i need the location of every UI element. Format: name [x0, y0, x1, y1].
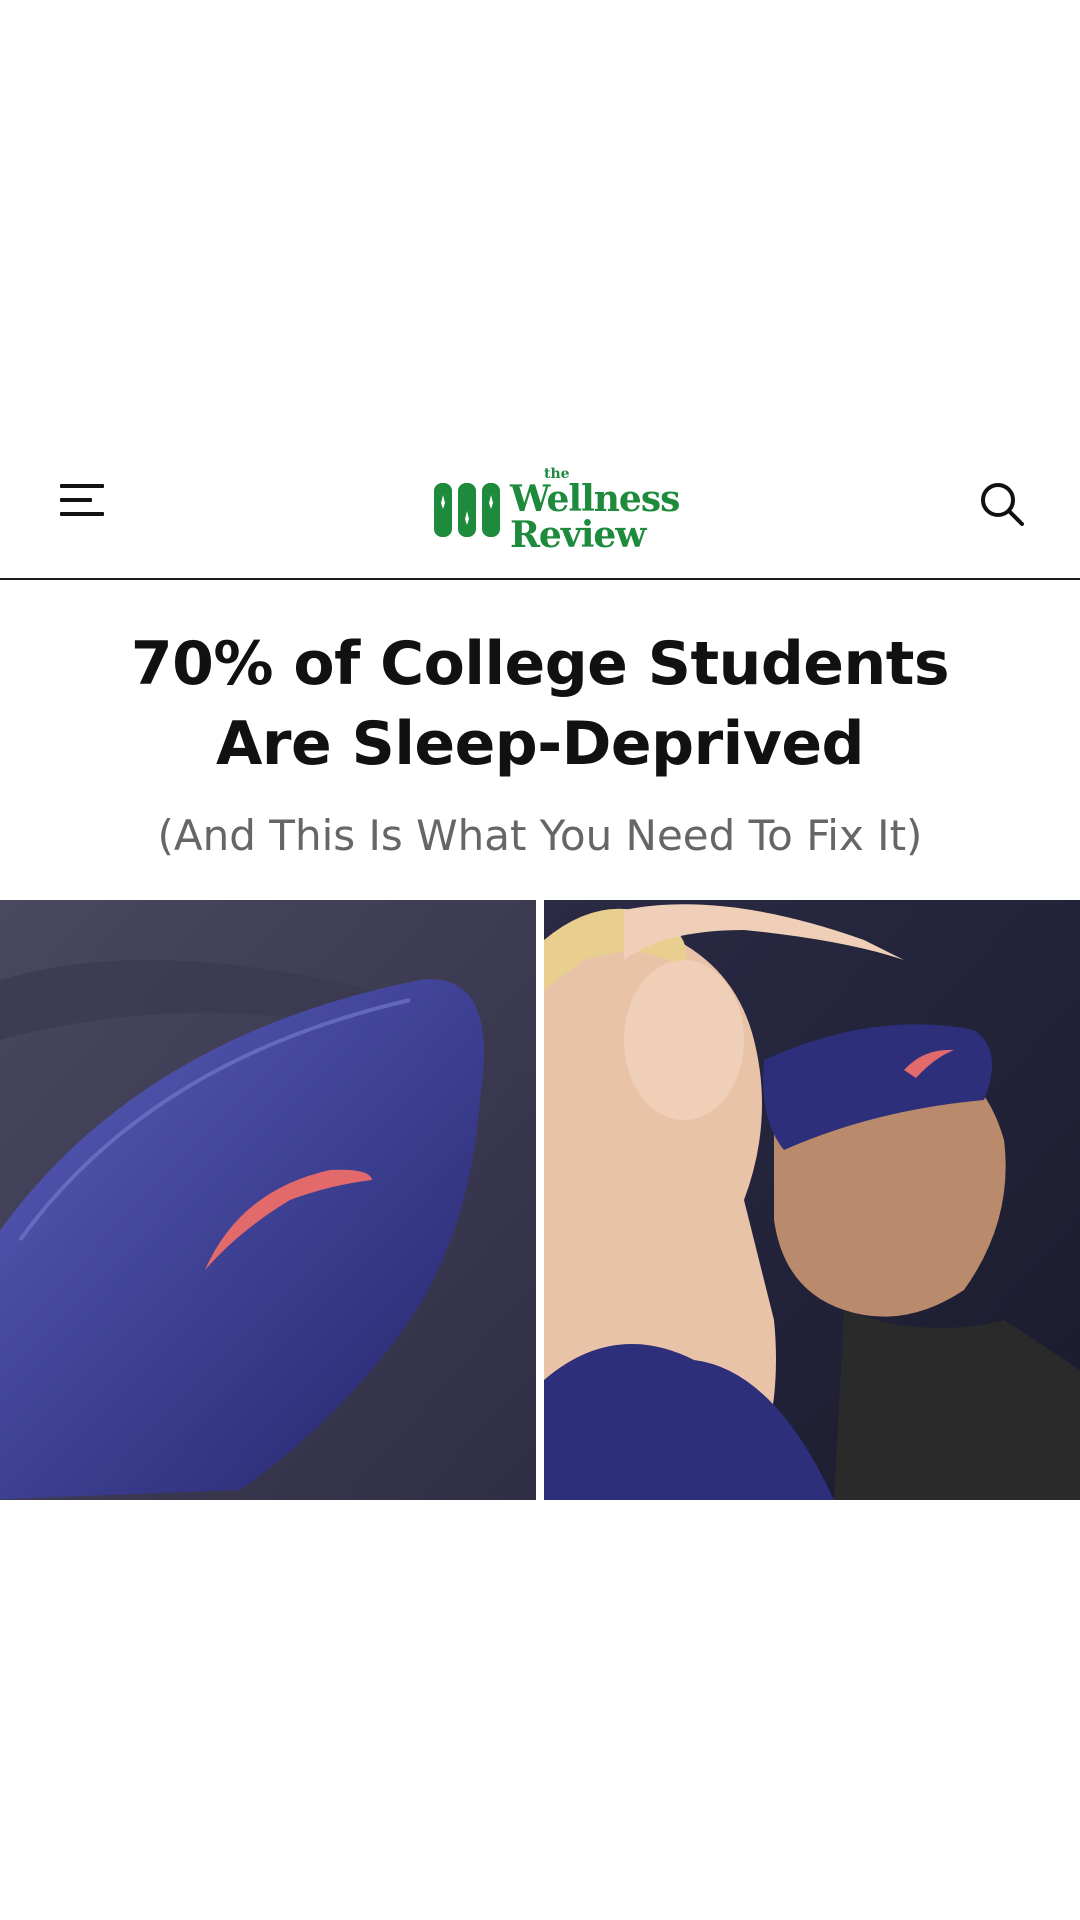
hamburger-menu-icon[interactable] — [58, 478, 106, 526]
headline-line-2: Are Sleep-Deprived — [216, 709, 864, 779]
wellness-review-logo-mark-icon — [434, 483, 500, 537]
sleep-mask-closeup-image — [0, 900, 536, 1500]
logo-wellness: Wellness — [510, 478, 680, 520]
search-icon[interactable] — [976, 478, 1028, 530]
site-header: the Wellness Review — [0, 440, 1080, 580]
hero-image-grid — [0, 900, 1080, 1500]
site-logo[interactable]: the Wellness Review — [432, 460, 680, 560]
article-title-section: 70% of College Students Are Sleep-Depriv… — [0, 580, 1080, 864]
top-blank-area — [0, 0, 1080, 440]
headline-line-1: 70% of College Students — [130, 629, 950, 699]
article-headline: 70% of College Students Are Sleep-Depriv… — [0, 580, 1080, 784]
logo-wordmark: the Wellness Review — [510, 467, 680, 556]
logo-review: Review — [510, 514, 646, 556]
couple-wearing-sleep-mask-image — [544, 900, 1080, 1500]
article-subheadline: (And This Is What You Need To Fix It) — [157, 811, 923, 860]
